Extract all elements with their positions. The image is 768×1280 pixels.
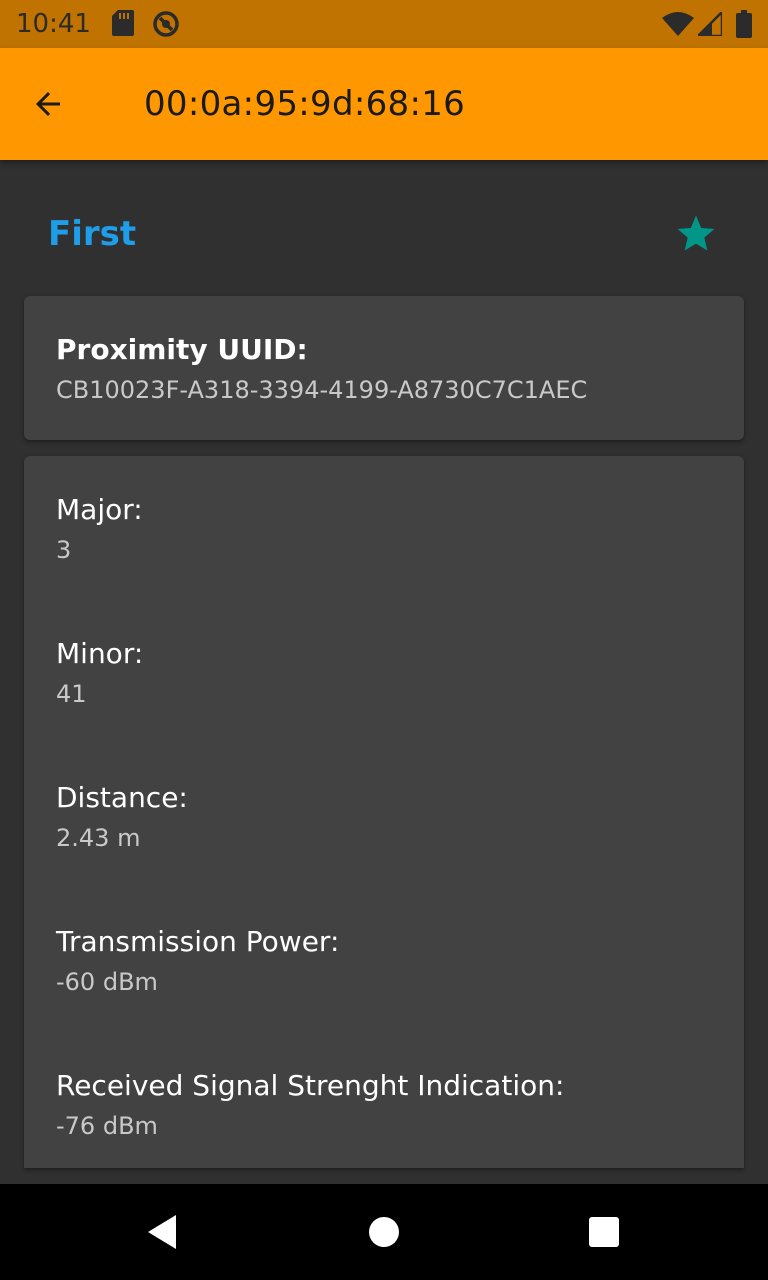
app-bar: 00:0a:95:9d:68:16: [0, 48, 768, 160]
status-bar: 10:41: [0, 0, 768, 48]
rssi-label: Received Signal Strenght Indication:: [56, 1069, 565, 1102]
minor-value: 41: [56, 680, 87, 708]
nav-recents-icon: [589, 1217, 619, 1247]
beacon-name: First: [48, 214, 137, 254]
nav-recents-button[interactable]: [580, 1208, 628, 1256]
distance-label: Distance:: [56, 781, 188, 814]
page-title: 00:0a:95:9d:68:16: [144, 84, 466, 124]
distance-value: 2.43 m: [56, 824, 141, 852]
nav-home-icon: [369, 1217, 399, 1247]
favorite-button[interactable]: [672, 210, 720, 258]
uuid-label: Proximity UUID:: [56, 333, 308, 366]
back-button[interactable]: [20, 76, 76, 132]
major-value: 3: [56, 536, 72, 564]
rssi-value: -76 dBm: [56, 1112, 158, 1140]
beacon-header: First: [0, 160, 768, 280]
arrow-back-icon: [36, 92, 60, 116]
details-card: Major: 3 Minor: 41 Distance: 2.43 m Tran…: [24, 456, 744, 1168]
vpn-icon: [153, 11, 179, 37]
status-time: 10:41: [16, 9, 91, 39]
sd-card-icon: [112, 10, 134, 36]
system-nav-bar: [0, 1184, 768, 1280]
major-label: Major:: [56, 493, 143, 526]
tx-power-value: -60 dBm: [56, 968, 158, 996]
cell-signal-icon: [698, 12, 722, 36]
nav-back-icon: [148, 1215, 176, 1249]
nav-back-button[interactable]: [138, 1208, 186, 1256]
nav-home-button[interactable]: [360, 1208, 408, 1256]
tx-power-label: Transmission Power:: [56, 925, 340, 958]
wifi-icon: [662, 12, 694, 36]
star-icon: [677, 215, 715, 251]
uuid-value: CB10023F-A318-3394-4199-A8730C7C1AEC: [56, 376, 588, 404]
uuid-card: Proximity UUID: CB10023F-A318-3394-4199-…: [24, 296, 744, 440]
battery-icon: [736, 10, 752, 38]
minor-label: Minor:: [56, 637, 144, 670]
